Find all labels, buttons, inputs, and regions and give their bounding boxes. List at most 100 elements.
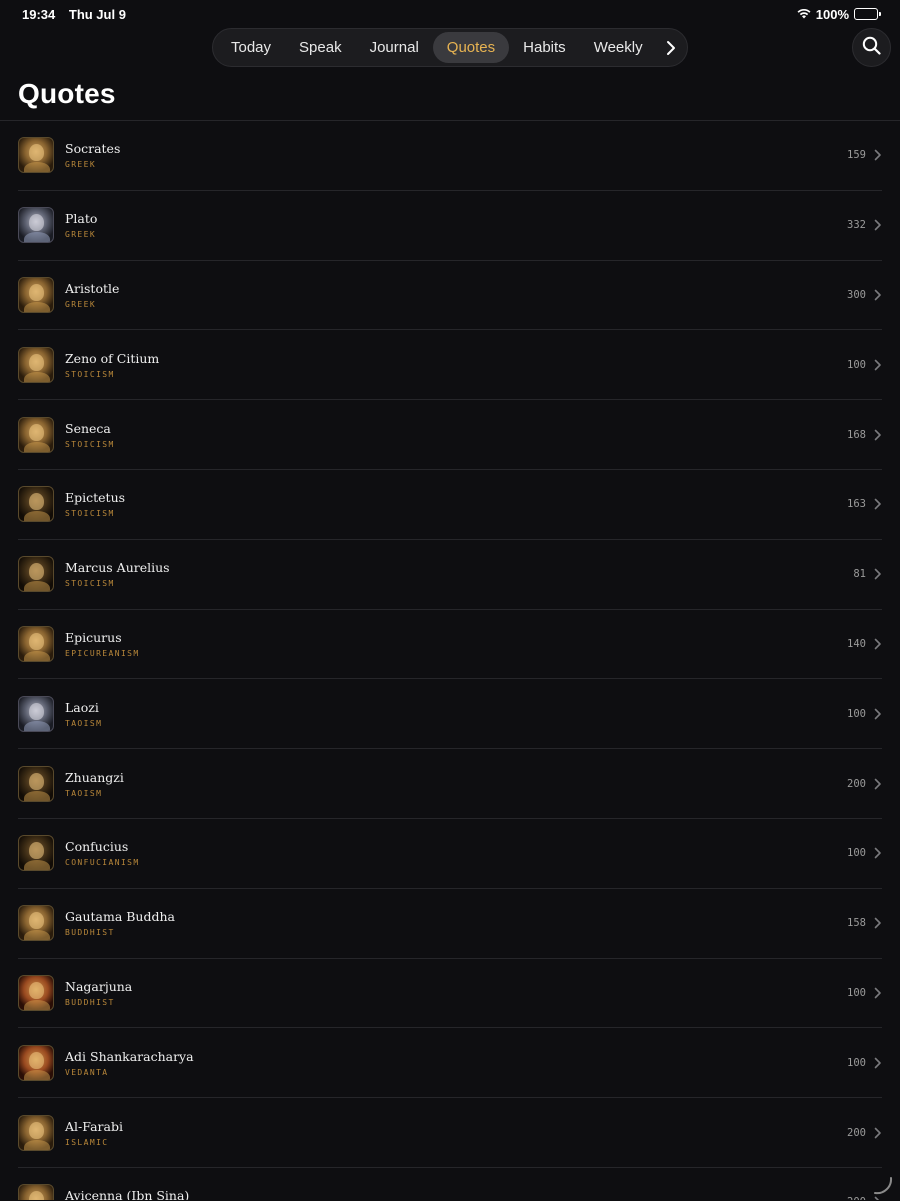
philosopher-info: NagarjunaBUDDHIST (65, 979, 132, 1007)
avatar (18, 1045, 54, 1081)
philosopher-info: EpictetusSTOICISM (65, 490, 125, 518)
philosopher-name: Laozi (65, 700, 102, 716)
quote-count: 159 (847, 149, 866, 161)
list-item[interactable]: PlatoGREEK332 (18, 191, 882, 261)
tab-quotes[interactable]: Quotes (433, 32, 509, 63)
quote-count: 200 (847, 778, 866, 790)
quote-count: 100 (847, 987, 866, 999)
philosopher-tradition: GREEK (65, 160, 120, 169)
list-item[interactable]: Marcus AureliusSTOICISM81 (18, 540, 882, 610)
philosopher-name: Zeno of Citium (65, 351, 159, 367)
philosopher-name: Zhuangzi (65, 770, 124, 786)
avatar (18, 975, 54, 1011)
quote-count: 100 (847, 708, 866, 720)
chevron-right-icon (874, 289, 882, 301)
tab-weekly[interactable]: Weekly (580, 32, 657, 63)
philosopher-name: Avicenna (Ibn Sina) (65, 1188, 189, 1200)
philosopher-tradition: TAOISM (65, 789, 124, 798)
chevron-right-icon (874, 778, 882, 790)
avatar (18, 766, 54, 802)
philosopher-tradition: VEDANTA (65, 1068, 194, 1077)
status-bar: 19:34 Thu Jul 9 100% (0, 0, 900, 28)
list-item[interactable]: Zeno of CitiumSTOICISM100 (18, 330, 882, 400)
chevron-right-icon (874, 149, 882, 161)
battery-percentage: 100% (816, 7, 849, 22)
list-item[interactable]: Gautama BuddhaBUDDHIST158 (18, 889, 882, 959)
page-title: Quotes (18, 78, 116, 110)
philosopher-name: Socrates (65, 141, 120, 157)
philosopher-info: ConfuciusCONFUCIANISM (65, 839, 140, 867)
philosopher-tradition: STOICISM (65, 509, 125, 518)
chevron-right-icon (874, 429, 882, 441)
philosopher-tradition: GREEK (65, 300, 119, 309)
tab-bar: TodaySpeakJournalQuotesHabitsWeekly (212, 28, 688, 67)
quote-count: 140 (847, 638, 866, 650)
philosopher-info: Socrates GREEK (65, 141, 120, 169)
avatar (18, 835, 54, 871)
philosopher-tradition: TAOISM (65, 719, 102, 728)
quote-count: 100 (847, 1057, 866, 1069)
philosopher-info: Zhuangzi TAOISM (65, 770, 124, 798)
tab-today[interactable]: Today (217, 32, 285, 63)
chevron-right-icon (874, 568, 882, 580)
list-item[interactable]: EpicurusEPICUREANISM 140 (18, 610, 882, 680)
avatar (18, 696, 54, 732)
chevron-right-icon (874, 1127, 882, 1139)
status-date: Thu Jul 9 (69, 7, 126, 22)
list-item[interactable]: Al-FarabiISLAMIC200 (18, 1098, 882, 1168)
list-item[interactable]: NagarjunaBUDDHIST 100 (18, 959, 882, 1029)
quote-count: 200 (847, 1196, 866, 1200)
philosopher-tradition: GREEK (65, 230, 97, 239)
chevron-right-icon (874, 708, 882, 720)
philosopher-tradition: STOICISM (65, 579, 170, 588)
chevron-right-icon (874, 847, 882, 859)
philosopher-name: Seneca (65, 421, 115, 437)
avatar (18, 277, 54, 313)
tab-habits[interactable]: Habits (509, 32, 580, 63)
list-item[interactable]: AristotleGREEK300 (18, 261, 882, 331)
philosopher-name: Confucius (65, 839, 140, 855)
philosopher-list[interactable]: SocratesGREEK159PlatoGREEK332AristotleGR… (0, 120, 900, 1200)
list-item[interactable]: ConfuciusCONFUCIANISM100 (18, 819, 882, 889)
chevron-right-icon (874, 987, 882, 999)
status-left: 19:34 Thu Jul 9 (22, 7, 136, 22)
tab-speak[interactable]: Speak (285, 32, 356, 63)
avatar (18, 486, 54, 522)
philosopher-tradition: BUDDHIST (65, 928, 175, 937)
search-button[interactable] (852, 28, 891, 67)
philosopher-tradition: EPICUREANISM (65, 649, 140, 658)
avatar (18, 905, 54, 941)
quote-count: 168 (847, 429, 866, 441)
chevron-right-icon (874, 498, 882, 510)
avatar (18, 137, 54, 173)
list-item[interactable]: Adi ShankaracharyaVEDANTA 100 (18, 1028, 882, 1098)
search-icon (862, 36, 881, 60)
philosopher-name: Aristotle (65, 281, 119, 297)
chevron-right-icon[interactable] (659, 32, 683, 63)
philosopher-tradition: STOICISM (65, 440, 115, 449)
avatar (18, 626, 54, 662)
avatar (18, 1115, 54, 1151)
list-item[interactable]: Laozi TAOISM 100 (18, 679, 882, 749)
quote-count: 332 (847, 219, 866, 231)
philosopher-name: Marcus Aurelius (65, 560, 170, 576)
wifi-icon (797, 7, 811, 22)
chevron-right-icon (874, 638, 882, 650)
quote-count: 200 (847, 1127, 866, 1139)
quote-count: 158 (847, 917, 866, 929)
philosopher-info: Adi ShankaracharyaVEDANTA (65, 1049, 194, 1077)
avatar (18, 347, 54, 383)
chevron-right-icon (874, 917, 882, 929)
list-item[interactable]: EpictetusSTOICISM163 (18, 470, 882, 540)
list-item[interactable]: Zhuangzi TAOISM 200 (18, 749, 882, 819)
avatar (18, 556, 54, 592)
list-item[interactable]: Seneca STOICISM 168 (18, 400, 882, 470)
list-item[interactable]: Avicenna (Ibn Sina)ISLAMIC200 (18, 1168, 882, 1200)
quote-count: 100 (847, 359, 866, 371)
philosopher-tradition: BUDDHIST (65, 998, 132, 1007)
avatar (18, 417, 54, 453)
philosopher-tradition: ISLAMIC (65, 1138, 123, 1147)
tab-journal[interactable]: Journal (356, 32, 433, 63)
philosopher-info: EpicurusEPICUREANISM (65, 630, 140, 658)
list-item[interactable]: Socrates GREEK 159 (18, 121, 882, 191)
